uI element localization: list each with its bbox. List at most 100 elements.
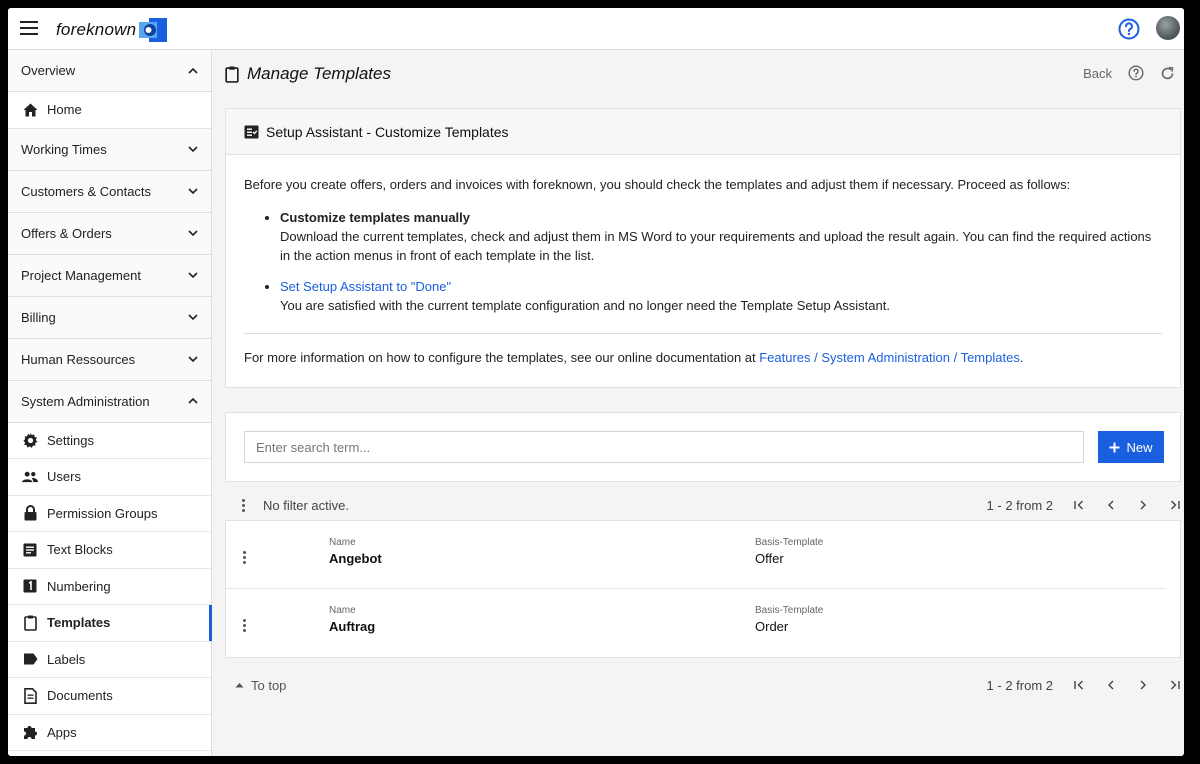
search-input[interactable]	[244, 431, 1084, 463]
refresh-icon[interactable]	[1160, 66, 1175, 81]
row-actions-icon[interactable]	[240, 619, 248, 633]
sidebar-group-offers-orders[interactable]: Offers & Orders	[8, 212, 211, 255]
checklist-icon	[244, 125, 259, 138]
column-label: Basis-Template	[755, 605, 824, 616]
sidebar-group-label: Customers & Contacts	[21, 183, 152, 199]
help-circle-icon[interactable]	[1128, 65, 1144, 81]
previous-page-icon[interactable]	[1105, 679, 1117, 691]
template-name: Angebot	[329, 551, 382, 566]
filter-bar: No filter active. 1 - 2 from 2	[225, 490, 1181, 520]
table-row[interactable]: Name Auftrag Basis-Template Order	[226, 589, 1166, 657]
clipboard-icon	[22, 615, 38, 631]
sidebar-group-label: Working Times	[21, 141, 107, 157]
chevron-down-icon	[188, 230, 198, 237]
templates-list: Name Angebot Basis-Template Offer Name A…	[225, 520, 1181, 658]
sidebar-item-labels[interactable]: Labels	[8, 642, 211, 678]
sidebar-item-settings[interactable]: Settings	[8, 423, 211, 459]
sidebar-item-apps[interactable]: Apps	[8, 715, 211, 751]
documentation-link[interactable]: Features / System Administration / Templ…	[759, 350, 1020, 365]
row-actions-icon[interactable]	[240, 551, 248, 565]
sidebar-item-home[interactable]: Home	[8, 92, 211, 129]
label-icon	[22, 651, 38, 667]
set-assistant-done-link[interactable]: Set Setup Assistant to "Done"	[280, 279, 451, 294]
app-window: foreknown Overview Home Working Times Cu…	[8, 8, 1184, 756]
logo-mark-icon	[139, 18, 168, 42]
sidebar-item-label: Apps	[47, 724, 77, 740]
sidebar-item-label: Settings	[47, 432, 94, 448]
step-text: Download the current templates, check an…	[280, 229, 1152, 263]
lock-icon	[22, 505, 38, 521]
sidebar: Overview Home Working Times Customers & …	[8, 50, 212, 756]
assistant-step-done: Set Setup Assistant to "Done" You are sa…	[280, 277, 1162, 315]
pagination-range: 1 - 2 from 2	[986, 497, 1053, 513]
sidebar-group-working-times[interactable]: Working Times	[8, 128, 211, 171]
sidebar-group-overview[interactable]: Overview	[8, 50, 211, 92]
more-info-text: For more information on how to configure…	[244, 350, 760, 365]
sidebar-item-numbering[interactable]: Numbering	[8, 569, 211, 605]
previous-page-icon[interactable]	[1105, 499, 1117, 511]
filter-menu-icon[interactable]	[239, 499, 247, 513]
sidebar-group-project-management[interactable]: Project Management	[8, 254, 211, 297]
sidebar-group-customers-contacts[interactable]: Customers & Contacts	[8, 170, 211, 213]
sidebar-item-label: Templates	[47, 615, 111, 631]
sidebar-item-label: Labels	[47, 651, 86, 667]
sidebar-item-permission-groups[interactable]: Permission Groups	[8, 496, 211, 532]
sidebar-group-human-ressources[interactable]: Human Ressources	[8, 338, 211, 381]
new-template-button[interactable]: New	[1098, 431, 1164, 463]
sidebar-item-users[interactable]: Users	[8, 459, 211, 496]
setup-assistant-body: Before you create offers, orders and inv…	[226, 155, 1180, 387]
last-page-icon[interactable]	[1169, 679, 1181, 691]
column-label: Name	[329, 537, 356, 548]
column-label: Basis-Template	[755, 537, 824, 548]
sidebar-item-templates[interactable]: Templates	[8, 605, 212, 642]
template-name: Auftrag	[329, 619, 376, 634]
back-button[interactable]: Back	[1083, 66, 1112, 81]
sidebar-group-label: Offers & Orders	[21, 225, 112, 241]
sidebar-group-system-administration[interactable]: System Administration	[8, 380, 211, 423]
sidebar-item-text-blocks[interactable]: Text Blocks	[8, 532, 211, 569]
plus-icon	[1109, 442, 1120, 452]
sidebar-group-billing[interactable]: Billing	[8, 296, 211, 339]
step-title: Customize templates manually	[280, 210, 470, 225]
sidebar-item-label: Users	[47, 469, 81, 485]
sidebar-group-label: System Administration	[21, 393, 150, 409]
bottom-bar: To top 1 - 2 from 2	[225, 670, 1181, 700]
table-row[interactable]: Name Angebot Basis-Template Offer	[226, 521, 1166, 589]
setup-assistant-title: Setup Assistant - Customize Templates	[266, 123, 509, 140]
help-circle-icon[interactable]	[1118, 18, 1140, 40]
main-content: Manage Templates Back Setup Assistant - …	[213, 50, 1184, 756]
sidebar-group-label: Human Ressources	[21, 351, 136, 367]
app-logo[interactable]: foreknown	[56, 18, 168, 42]
filter-status: No filter active.	[263, 497, 349, 513]
pagination-bottom: 1 - 2 from 2	[987, 678, 1181, 693]
sidebar-group-label: Project Management	[21, 267, 141, 283]
document-icon	[22, 687, 38, 704]
first-page-icon[interactable]	[1073, 499, 1085, 511]
next-page-icon[interactable]	[1137, 679, 1149, 691]
gear-icon	[22, 432, 38, 448]
chevron-down-icon	[188, 314, 198, 321]
column-label: Name	[329, 605, 356, 616]
new-button-label: New	[1126, 439, 1153, 455]
sidebar-item-label: Home	[47, 102, 82, 118]
menu-icon[interactable]	[20, 21, 38, 35]
basis-cell: Basis-Template Order	[755, 605, 823, 634]
chevron-up-icon	[188, 397, 198, 404]
last-page-icon[interactable]	[1169, 499, 1181, 511]
chevron-down-icon	[188, 356, 198, 363]
first-page-icon[interactable]	[1073, 679, 1085, 691]
chevron-up-icon	[188, 67, 198, 74]
next-page-icon[interactable]	[1137, 499, 1149, 511]
sidebar-item-documents[interactable]: Documents	[8, 678, 211, 715]
top-bar: foreknown	[8, 8, 1184, 50]
sidebar-item-label: Numbering	[47, 578, 111, 594]
to-top-button[interactable]: To top	[235, 678, 286, 693]
avatar[interactable]	[1156, 16, 1180, 40]
sidebar-group-label: Billing	[21, 309, 56, 325]
chevron-down-icon	[188, 272, 198, 279]
logo-text: foreknown	[56, 20, 137, 39]
chevron-down-icon	[188, 146, 198, 153]
sidebar-item-label: Documents	[47, 688, 113, 704]
text-block-icon	[22, 542, 38, 558]
sidebar-item-label: Text Blocks	[47, 542, 113, 558]
